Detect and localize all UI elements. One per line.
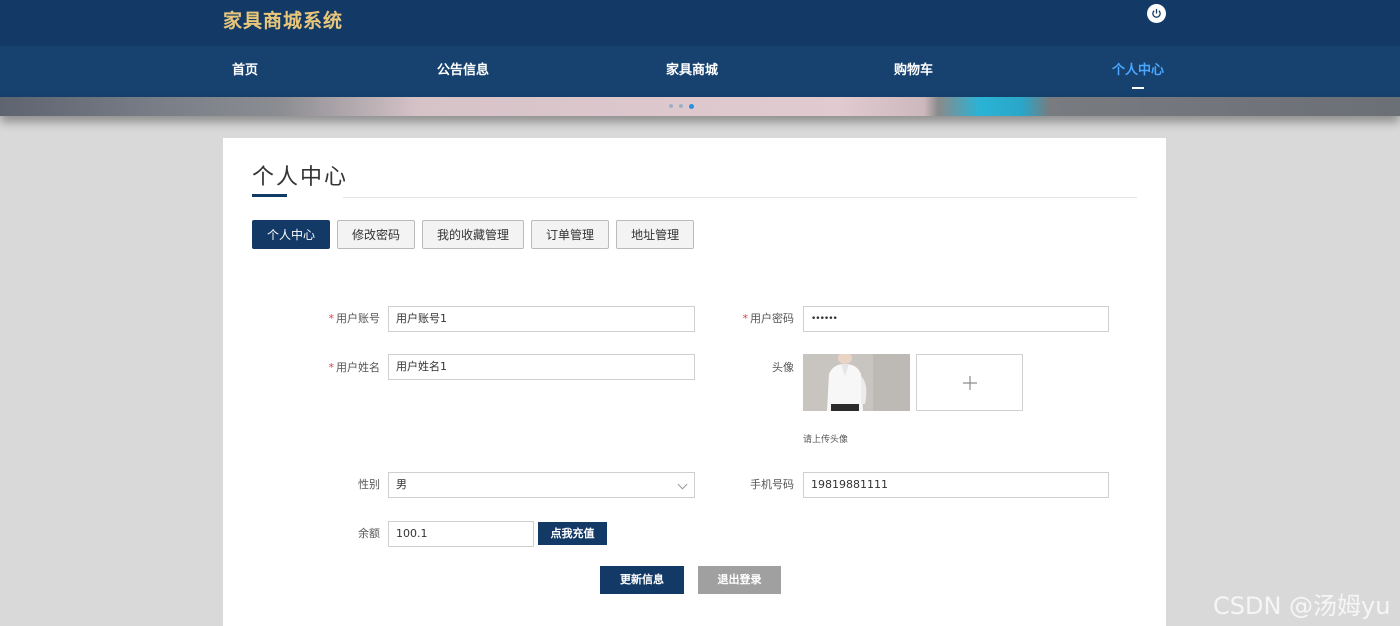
tab-change-password[interactable]: 修改密码	[337, 220, 416, 249]
title-underline	[252, 194, 287, 197]
nav-item-notices[interactable]: 公告信息	[437, 46, 489, 97]
name-label: * 用户姓名	[290, 359, 381, 375]
power-icon[interactable]	[1147, 4, 1166, 23]
password-input[interactable]: ••••••	[803, 306, 1109, 332]
required-mark: *	[742, 312, 749, 325]
carousel-dot[interactable]	[669, 104, 673, 108]
watermark: CSDN @汤姆yu	[1213, 592, 1391, 620]
phone-input[interactable]: 19819881111	[803, 472, 1109, 498]
recharge-button[interactable]: 点我充值	[538, 522, 607, 545]
nav-item-cart[interactable]: 购物车	[894, 46, 933, 97]
chevron-down-icon	[677, 479, 688, 490]
gender-selected: 男	[396, 478, 407, 491]
password-label-text: 用户密码	[750, 312, 794, 325]
avatar-hint: 请上传头像	[803, 435, 849, 445]
account-input[interactable]: 用户账号1	[388, 306, 695, 332]
phone-label: 手机号码	[750, 478, 794, 491]
nav-item-mall[interactable]: 家具商城	[666, 46, 718, 97]
update-info-button[interactable]: 更新信息	[600, 566, 684, 594]
tab-profile[interactable]: 个人中心	[252, 220, 331, 249]
password-label: * 用户密码	[704, 310, 795, 326]
balance-input[interactable]: 100.1	[388, 521, 534, 547]
carousel-dot-active[interactable]	[689, 103, 694, 109]
main-nav: 首页 公告信息 家具商城 购物车 个人中心	[0, 46, 1400, 97]
title-divider	[343, 197, 1137, 198]
tab-favorites[interactable]: 我的收藏管理	[422, 220, 525, 249]
page-title: 个人中心	[252, 165, 349, 190]
name-label-text: 用户姓名	[336, 361, 380, 374]
tab-addresses[interactable]: 地址管理	[616, 220, 695, 249]
carousel-indicators	[669, 103, 694, 109]
required-mark: *	[328, 312, 335, 325]
site-brand[interactable]: 家具商城系统	[223, 6, 343, 33]
profile-card: 个人中心 个人中心 修改密码 我的收藏管理 订单管理 地址管理 * 用户账号 用户…	[223, 138, 1166, 626]
balance-label: 余额	[358, 527, 380, 540]
avatar-image[interactable]	[803, 354, 910, 411]
carousel-dot[interactable]	[679, 104, 683, 108]
plus-icon	[962, 375, 977, 390]
profile-tabs: 个人中心 修改密码 我的收藏管理 订单管理 地址管理	[252, 220, 695, 249]
avatar-upload-button[interactable]	[916, 354, 1023, 411]
account-label: * 用户账号	[290, 310, 381, 326]
account-label-text: 用户账号	[336, 312, 380, 325]
required-mark: *	[328, 361, 335, 374]
nav-item-home[interactable]: 首页	[232, 46, 258, 97]
logout-button[interactable]: 退出登录	[698, 566, 781, 594]
gender-select[interactable]: 男	[388, 472, 695, 498]
gender-label: 性别	[358, 478, 380, 491]
tab-orders[interactable]: 订单管理	[531, 220, 610, 249]
banner-carousel	[0, 97, 1400, 116]
top-bar: 家具商城系统	[0, 0, 1400, 46]
name-input[interactable]: 用户姓名1	[388, 354, 695, 380]
avatar-label: 头像	[772, 361, 794, 374]
nav-item-profile[interactable]: 个人中心	[1112, 46, 1164, 97]
